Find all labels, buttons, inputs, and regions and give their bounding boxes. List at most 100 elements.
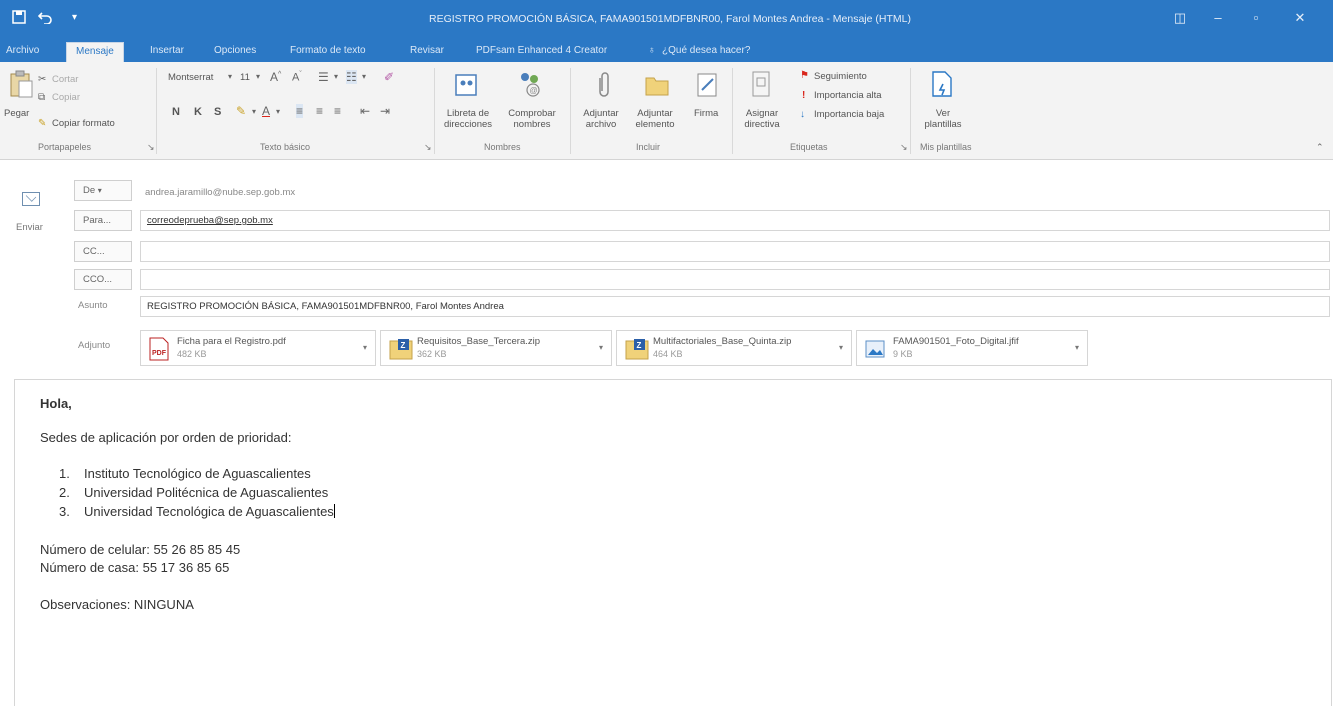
qat-more-icon[interactable]: ▾ [72, 10, 77, 26]
low-importance-button[interactable]: Importancia baja [814, 109, 884, 120]
paste-icon[interactable] [8, 70, 34, 98]
check-names-icon[interactable]: @ [516, 70, 542, 98]
flag-icon[interactable]: ⚑ [800, 70, 809, 81]
tab-insertar[interactable]: Insertar [150, 45, 184, 56]
to-button[interactable]: Para... [74, 210, 132, 231]
from-button[interactable]: De ▾ [74, 180, 132, 201]
chevron-down-icon[interactable]: ▾ [363, 343, 367, 352]
chevron-down-icon[interactable]: ▾ [256, 72, 260, 81]
signature-button[interactable]: Firma [694, 108, 718, 119]
font-family-select[interactable]: Montserrat [168, 72, 213, 83]
subject-label: Asunto [78, 300, 108, 311]
chevron-down-icon[interactable]: ▾ [334, 72, 338, 81]
chevron-down-icon[interactable]: ▾ [252, 107, 256, 116]
bcc-button[interactable]: CCO... [74, 269, 132, 290]
dialog-launcher-icon[interactable]: ↘ [900, 142, 908, 153]
chevron-down-icon[interactable]: ▾ [362, 72, 366, 81]
low-importance-icon[interactable]: ↓ [800, 109, 805, 120]
shrink-font-icon[interactable]: Aˇ [292, 71, 302, 84]
dialog-launcher-icon[interactable]: ↘ [147, 142, 155, 153]
send-button[interactable]: Enviar [12, 186, 52, 242]
increase-indent-icon[interactable]: ⇥ [380, 104, 390, 118]
cc-field[interactable] [140, 241, 1330, 262]
attachment-size: 9 KB [893, 349, 913, 359]
italic-button[interactable]: K [194, 106, 202, 118]
window-title: REGISTRO PROMOCIÓN BÁSICA, FAMA901501MDF… [429, 13, 911, 25]
chevron-down-icon[interactable]: ▾ [839, 343, 843, 352]
dialog-launcher-icon[interactable]: ↘ [424, 142, 432, 153]
chevron-down-icon[interactable]: ▾ [1075, 343, 1079, 352]
align-left-icon[interactable]: ≡ [296, 104, 304, 118]
clear-format-icon[interactable]: ✐ [384, 70, 394, 84]
grow-font-icon[interactable]: A^ [270, 70, 281, 84]
attachment-item[interactable]: Z Requisitos_Base_Tercera.zip 362 KB ▾ [380, 330, 612, 366]
separator [910, 68, 911, 154]
tab-formato-texto[interactable]: Formato de texto [290, 45, 366, 56]
save-icon[interactable] [12, 10, 26, 28]
tab-pdfsam[interactable]: PDFsam Enhanced 4 Creator [476, 45, 607, 56]
tab-mensaje[interactable]: Mensaje [66, 42, 124, 62]
chevron-down-icon[interactable]: ▾ [599, 343, 603, 352]
format-painter-label[interactable]: Copiar formato [52, 118, 115, 129]
align-center-icon[interactable]: ≡ [316, 104, 323, 118]
attachment-name: Ficha para el Registro.pdf [177, 336, 286, 347]
attachment-item[interactable]: Z Multifactoriales_Base_Quinta.zip 464 K… [616, 330, 852, 366]
chevron-down-icon[interactable]: ▾ [276, 107, 280, 116]
chevron-down-icon[interactable]: ▾ [228, 72, 232, 81]
bcc-field[interactable] [140, 269, 1330, 290]
attachment-size: 464 KB [653, 349, 683, 359]
decrease-indent-icon[interactable]: ⇤ [360, 104, 370, 118]
restore-icon[interactable]: ▫ [1246, 10, 1266, 25]
attachment-item[interactable]: PDF Ficha para el Registro.pdf 482 KB ▾ [140, 330, 376, 366]
high-importance-button[interactable]: Importancia alta [814, 90, 882, 101]
cc-button[interactable]: CC... [74, 241, 132, 262]
copy-label[interactable]: Copiar [52, 92, 80, 103]
numbering-icon[interactable]: ☷ [346, 70, 357, 84]
follow-up-button[interactable]: Seguimiento [814, 71, 867, 82]
underline-button[interactable]: S [214, 106, 221, 118]
attach-item-icon[interactable] [644, 72, 670, 100]
tab-revisar[interactable]: Revisar [410, 45, 444, 56]
to-field[interactable]: correodeprueba@sep.gob.mx [140, 210, 1330, 231]
high-importance-icon[interactable]: ! [802, 90, 805, 101]
subject-field[interactable]: REGISTRO PROMOCIÓN BÁSICA, FAMA901501MDF… [140, 296, 1330, 317]
paperclip-icon[interactable] [594, 72, 620, 100]
view-templates-button[interactable]: Ver plantillas [920, 108, 966, 130]
tab-archivo[interactable]: Archivo [6, 45, 39, 56]
paste-label[interactable]: Pegar [4, 108, 29, 119]
collapse-ribbon-icon[interactable]: ⌃ [1316, 142, 1324, 153]
tell-me-search[interactable]: ¿Qué desea hacer? [662, 45, 750, 56]
attachment-size: 482 KB [177, 349, 207, 359]
close-icon[interactable]: ✕ [1290, 10, 1310, 26]
tab-opciones[interactable]: Opciones [214, 45, 256, 56]
ribbon-display-icon[interactable]: ◫ [1170, 10, 1190, 26]
font-color-icon[interactable]: A [262, 104, 270, 118]
address-book-button[interactable]: Libreta de direcciones [440, 108, 496, 130]
attachment-item[interactable]: FAMA901501_Foto_Digital.jfif 9 KB ▾ [856, 330, 1088, 366]
font-size-select[interactable]: 11 [240, 72, 250, 83]
address-book-icon[interactable] [454, 72, 480, 100]
undo-icon[interactable] [37, 10, 52, 28]
minimize-icon[interactable]: – [1208, 10, 1228, 25]
cut-label[interactable]: Cortar [52, 74, 78, 85]
attach-item-button[interactable]: Adjuntar elemento [626, 108, 684, 130]
check-names-button[interactable]: Comprobar nombres [500, 108, 564, 130]
copy-icon[interactable]: ⧉ [38, 92, 45, 103]
align-right-icon[interactable]: ≡ [334, 104, 341, 118]
bullets-icon[interactable]: ☰ [318, 70, 329, 84]
separator [156, 68, 157, 154]
message-body[interactable]: Hola, Sedes de aplicación por orden de p… [14, 379, 1332, 706]
send-label: Enviar [16, 222, 43, 233]
zip-icon: Z [625, 337, 649, 361]
templates-icon[interactable] [930, 70, 956, 98]
attach-file-button[interactable]: Adjuntar archivo [574, 108, 628, 130]
to-recipient[interactable]: correodeprueba@sep.gob.mx [147, 215, 273, 226]
signature-icon[interactable] [696, 72, 722, 100]
assign-policy-icon[interactable] [750, 70, 776, 98]
bold-button[interactable]: N [172, 106, 180, 118]
cut-icon[interactable]: ✂ [38, 74, 46, 85]
highlight-icon[interactable]: ✎ [236, 104, 246, 118]
assign-policy-button[interactable]: Asignar directiva [738, 108, 786, 130]
format-painter-icon[interactable]: ✎ [38, 118, 46, 129]
from-button-label: De [83, 185, 96, 196]
